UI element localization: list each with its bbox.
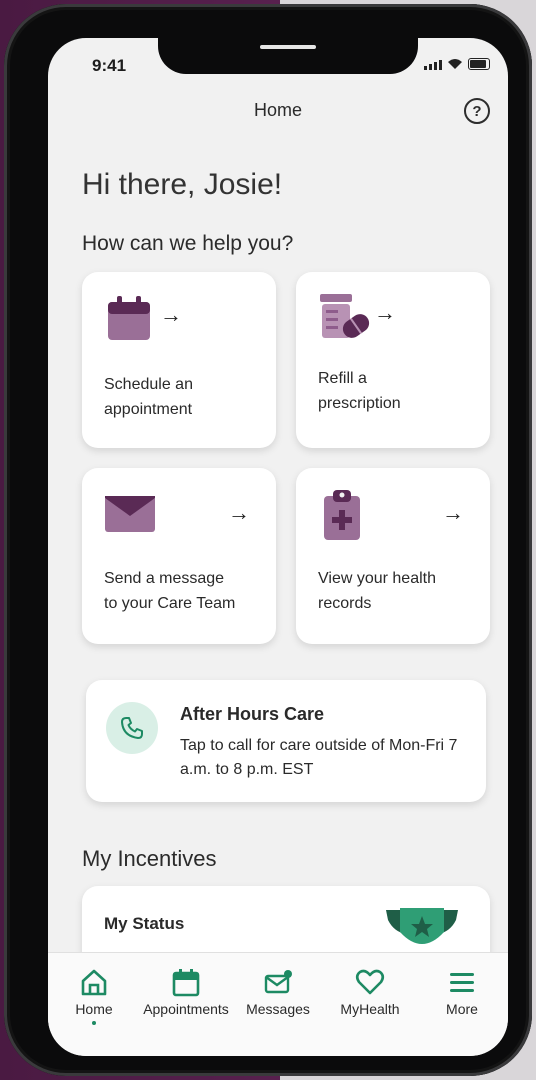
tab-home[interactable]: Home [50, 953, 138, 1056]
action-label: Send a message to your Care Team [104, 570, 236, 612]
status-title: My Status [104, 914, 185, 933]
tab-label: Messages [246, 1001, 310, 1017]
after-hours-description: Tap to call for care outside of Mon-Fri … [180, 737, 458, 778]
question-circle-icon: ? [472, 102, 482, 120]
tab-appointments[interactable]: Appointments [142, 953, 230, 1056]
home-icon [81, 969, 107, 996]
envelope-icon [105, 496, 155, 532]
incentives-heading: My Incentives [82, 846, 217, 871]
message-icon [264, 970, 292, 994]
battery-icon [468, 58, 490, 70]
send-message-card[interactable]: → Send a message to your Care Team [82, 468, 276, 644]
after-hours-title: After Hours Care [180, 704, 325, 724]
pill-bottle-icon [320, 294, 370, 338]
tab-more[interactable]: More [418, 953, 506, 1056]
schedule-appointment-card[interactable]: → Schedule an appointment [82, 272, 276, 448]
page-title: Home [253, 100, 302, 120]
arrow-right-icon: → [374, 300, 396, 325]
phone-frame: 9:41 Home ? Hi there, Josie! How can we … [4, 4, 532, 1076]
status-time: 9:41 [92, 56, 127, 75]
greeting: Hi there, Josie! [82, 168, 283, 201]
health-records-card[interactable]: → View your health records [296, 468, 490, 644]
app-screen: 9:41 Home ? Hi there, Josie! How can we … [48, 38, 508, 1056]
phone-icon [121, 717, 143, 739]
active-indicator [92, 1021, 96, 1025]
speaker-grille [260, 45, 316, 49]
status-icons [424, 58, 490, 70]
help-button[interactable]: ? [464, 98, 490, 124]
tab-myhealth[interactable]: MyHealth [326, 953, 414, 1056]
after-hours-card[interactable]: After Hours Care Tap to call for care ou… [86, 680, 486, 802]
action-label: View your health records [318, 570, 436, 612]
heart-icon [355, 969, 385, 995]
arrow-right-icon: → [442, 500, 464, 525]
signal-icon [424, 60, 442, 70]
tab-label: MyHealth [340, 1001, 400, 1017]
refill-prescription-card[interactable]: → Refill a prescription [296, 272, 490, 448]
menu-icon [450, 973, 474, 992]
tab-messages[interactable]: Messages [234, 953, 322, 1056]
calendar-icon [172, 969, 200, 997]
wifi-icon [448, 59, 462, 69]
action-label: Refill a prescription [318, 370, 401, 412]
phone-icon-badge [106, 702, 158, 754]
arrow-right-icon: → [160, 302, 182, 327]
phone-notch [158, 38, 418, 74]
clipboard-medical-icon [324, 490, 360, 540]
tab-label: More [446, 1001, 478, 1017]
help-heading: How can we help you? [82, 232, 294, 255]
calendar-icon [108, 296, 150, 340]
tab-label: Home [75, 1001, 113, 1017]
action-label: Schedule an appointment [104, 376, 193, 418]
arrow-right-icon: → [228, 500, 250, 525]
bottom-tab-bar: Home Appointments Messages MyHealth More [48, 952, 508, 1056]
tab-label: Appointments [143, 1001, 229, 1017]
